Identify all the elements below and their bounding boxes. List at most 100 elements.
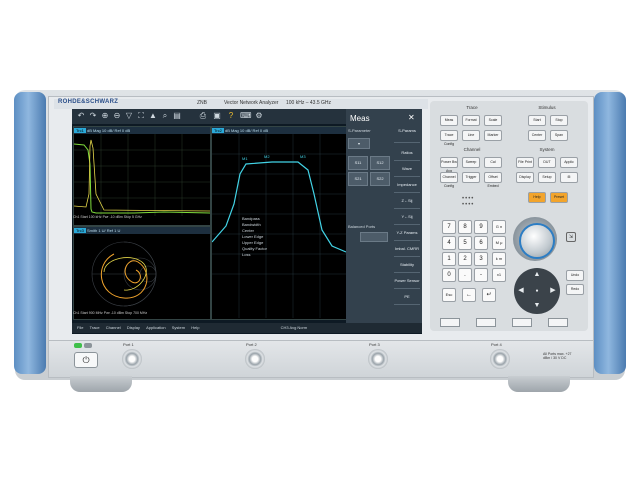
meas-panel-title: Meas (350, 114, 370, 123)
stimulus-row-2: Ch1 Start 900 MHz Pwr -10 dBm Stop 700 M… (73, 311, 148, 315)
redo-key[interactable]: Redo (566, 284, 584, 295)
applic-key[interactable]: Applic (560, 157, 578, 168)
rotary-knob[interactable] (519, 223, 555, 259)
trace-config-key[interactable]: Trace Config (440, 130, 458, 146)
arrow-down-icon[interactable]: ▼ (531, 300, 543, 312)
softkey-y-z-params[interactable]: Y-Z Params (394, 230, 420, 241)
menu-display[interactable]: Display (127, 325, 140, 330)
key-3[interactable]: 3 (474, 252, 488, 266)
peak-icon[interactable]: ▲ (148, 111, 158, 121)
close-icon[interactable]: ✕ (408, 113, 415, 122)
file-print-key[interactable]: File Print (516, 157, 534, 168)
center-key[interactable]: Center (528, 130, 546, 141)
menu-file[interactable]: File (77, 325, 83, 330)
power-button[interactable]: ⏻ (74, 352, 98, 368)
table-icon[interactable]: ▤ (172, 111, 182, 121)
dut-key[interactable]: DUT (538, 157, 556, 168)
print-icon[interactable]: ⎙ (198, 111, 208, 121)
svg-text:Bandpass: Bandpass (242, 216, 260, 221)
line-key[interactable]: Line (462, 130, 480, 141)
start-key[interactable]: Start (528, 115, 546, 126)
softkey-wave[interactable]: Wave (394, 166, 420, 177)
fullscreen-icon[interactable]: ⛶ (136, 111, 146, 121)
preset-key[interactable]: Preset (550, 192, 568, 203)
key-1[interactable]: 1 (442, 252, 456, 266)
s-param-select[interactable]: ▾ (348, 138, 370, 149)
balanced-ports-button[interactable] (360, 232, 388, 242)
backspace-key[interactable]: ← (462, 288, 476, 302)
focus-icon[interactable]: ⇲ (566, 232, 576, 242)
gear-icon[interactable]: ⚙ (254, 111, 264, 121)
sweep-key[interactable]: Sweep (462, 157, 480, 168)
softkey-pe[interactable]: PE (394, 294, 420, 305)
setup-key[interactable]: Setup (538, 172, 556, 183)
arrow-right-icon[interactable]: ▶ (547, 285, 559, 297)
search-icon[interactable]: ⌕ (160, 111, 170, 121)
help-icon[interactable]: ? (226, 111, 236, 121)
s22-button[interactable]: S22 (370, 172, 390, 186)
softkey-ratios[interactable]: Ratios (394, 150, 420, 161)
key-2[interactable]: 2 (458, 252, 472, 266)
marker-icon[interactable]: ▽ (124, 111, 134, 121)
select-icon[interactable]: ● (531, 285, 543, 297)
diagram-2[interactable]: Trc2 dB Mag 10 dB/ Ref 0 dB M1 M2 M3 Bandp… (211, 126, 347, 320)
key-6[interactable]: 6 (474, 236, 488, 250)
channel-config-key[interactable]: Channel Config (440, 172, 458, 188)
menu-system[interactable]: System (172, 325, 185, 330)
unit-k-m-key[interactable]: k m (492, 252, 506, 266)
cal-key[interactable]: Cal (484, 157, 502, 168)
unit-g-n-key[interactable]: G n (492, 220, 506, 234)
svg-text:Upper Edge: Upper Edge (242, 240, 264, 245)
save-icon[interactable]: ▣ (212, 111, 222, 121)
meas-key[interactable]: Meas (440, 115, 458, 126)
menu-trace[interactable]: Trace (90, 325, 100, 330)
s12-button[interactable]: S12 (370, 156, 390, 170)
menu-application[interactable]: Application (146, 325, 166, 330)
unit-x1-key[interactable]: x1 (492, 268, 506, 282)
undo-key[interactable]: Undo (566, 270, 584, 281)
key-9[interactable]: 9 (474, 220, 488, 234)
undo-icon[interactable]: ↶ (76, 111, 86, 121)
menu-channel[interactable]: Channel (106, 325, 121, 330)
diagram-1[interactable]: Trc1 dB Mag 10 dB/ Ref 0 dB (73, 126, 211, 226)
span-key[interactable]: Span (550, 130, 568, 141)
softkey-y-sij[interactable]: Y←Sij (394, 214, 420, 225)
trigger-key[interactable]: Trigger (462, 172, 480, 183)
marker-key[interactable]: Marker (484, 130, 502, 141)
key-4[interactable]: 4 (442, 236, 456, 250)
key-5[interactable]: 5 (458, 236, 472, 250)
stop-key[interactable]: Stop (550, 115, 568, 126)
power-bw-avg-key[interactable]: Power Bw Avg (440, 157, 458, 173)
softkey-power-sensor[interactable]: Power Sensor (394, 278, 420, 289)
s11-button[interactable]: S11 (348, 156, 368, 170)
windows-key[interactable]: ⊞ (560, 172, 578, 183)
enter-key[interactable]: ↵ (482, 288, 496, 302)
softkey-s-params[interactable]: S-Params (394, 128, 420, 143)
help-key[interactable]: Help (528, 192, 546, 203)
arrow-up-icon[interactable]: ▲ (531, 269, 543, 281)
unit-m-u-key[interactable]: M μ (492, 236, 506, 250)
key-dot[interactable]: . (458, 268, 472, 282)
key-7[interactable]: 7 (442, 220, 456, 234)
key-minus[interactable]: - (474, 268, 488, 282)
display-key[interactable]: Display (516, 172, 534, 183)
keyboard-icon[interactable]: ⌨ (240, 111, 252, 121)
diagram-3-smith-chart[interactable]: Trc3 Smith 1 U/ Ref 1 U (73, 226, 211, 320)
offset-embed-key[interactable]: Offset Embed (484, 172, 502, 188)
zoom-icon[interactable]: ⊕ (100, 111, 110, 121)
softkey-impedance[interactable]: Impedance (394, 182, 420, 193)
redo-icon[interactable]: ↷ (88, 111, 98, 121)
scale-key[interactable]: Scale (484, 115, 502, 126)
softkey-stability[interactable]: Stability (394, 262, 420, 273)
zoom-out-icon[interactable]: ⊖ (112, 111, 122, 121)
menu-help[interactable]: Help (191, 325, 199, 330)
s21-button[interactable]: S21 (348, 172, 368, 186)
softkey-z-sij[interactable]: Z←Sij (394, 198, 420, 209)
format-key[interactable]: Format (462, 115, 480, 126)
esc-key[interactable]: Esc (442, 288, 456, 302)
key-0[interactable]: 0 (442, 268, 456, 282)
key-8[interactable]: 8 (458, 220, 472, 234)
arrow-left-icon[interactable]: ◀ (515, 285, 527, 297)
svg-text:M1: M1 (242, 156, 248, 161)
softkey-imbal-cmrr[interactable]: Imbal. CMRR (394, 246, 420, 257)
